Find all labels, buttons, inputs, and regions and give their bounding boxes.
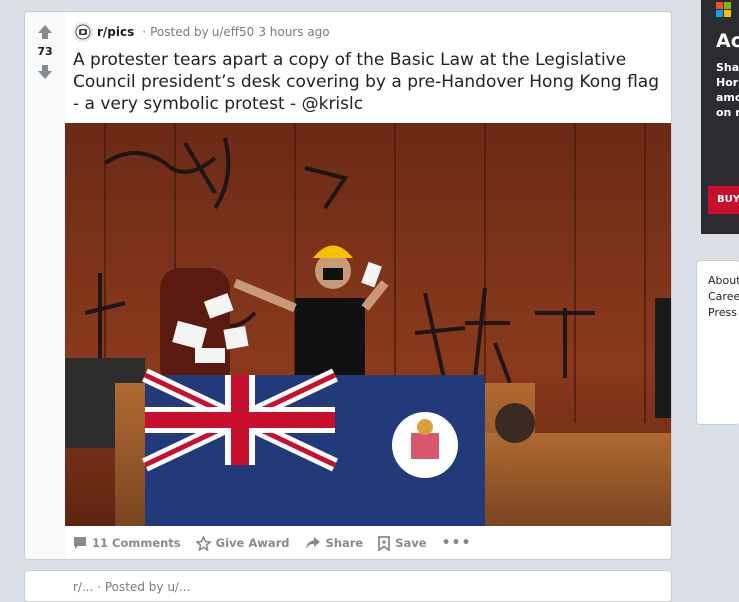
upvote-icon[interactable] (37, 24, 53, 40)
post-title[interactable]: A protester tears apart a copy of the Ba… (73, 49, 663, 115)
post-time: 3 hours ago (258, 25, 330, 39)
ad-copy: Sha Hor amc on r (716, 61, 739, 119)
ad-headline: Ac (716, 30, 739, 52)
give-award-button[interactable]: Give Award (195, 535, 290, 551)
next-post-meta: r/... · Posted by u/... (73, 580, 191, 594)
save-label: Save (395, 536, 427, 550)
award-icon (195, 535, 211, 551)
about-link[interactable]: About (708, 274, 739, 287)
vote-column: 73 (25, 12, 65, 559)
footer-links-card: About Caree Press (696, 260, 739, 425)
more-options-button[interactable]: ••• (442, 535, 472, 551)
post-image[interactable] (65, 123, 671, 526)
subreddit-link[interactable]: r/pics (97, 25, 134, 39)
press-link[interactable]: Press (708, 306, 737, 319)
microsoft-logo-icon (716, 2, 732, 18)
bookmark-icon (378, 535, 391, 551)
subreddit-icon[interactable] (73, 22, 93, 42)
share-label: Share (325, 536, 364, 550)
posted-by-label: Posted by (150, 25, 209, 39)
author-link[interactable]: u/eff50 (212, 25, 255, 39)
sidebar-ad[interactable]: Ac Sha Hor amc on r BUY (701, 0, 739, 234)
post-card[interactable]: 73 r/pics · Posted by u/eff50 3 hours ag… (24, 11, 672, 560)
post-actions: 11 Comments Give Award Share Save ••• (73, 532, 486, 554)
comment-icon (74, 537, 86, 549)
careers-link[interactable]: Caree (708, 290, 739, 303)
share-button[interactable]: Share (305, 536, 364, 550)
save-button[interactable]: Save (378, 535, 427, 551)
share-icon (305, 537, 320, 549)
downvote-icon[interactable] (37, 64, 53, 80)
comments-button[interactable]: 11 Comments (73, 536, 181, 550)
vote-score: 73 (37, 45, 53, 58)
comments-label: 11 Comments (92, 536, 181, 550)
next-post-card[interactable]: r/... · Posted by u/... (24, 570, 672, 602)
post-meta: r/pics · Posted by u/eff50 3 hours ago (73, 22, 330, 42)
ad-buy-button[interactable]: BUY (708, 186, 739, 214)
award-label: Give Award (215, 536, 290, 550)
protest-photo (65, 123, 671, 526)
